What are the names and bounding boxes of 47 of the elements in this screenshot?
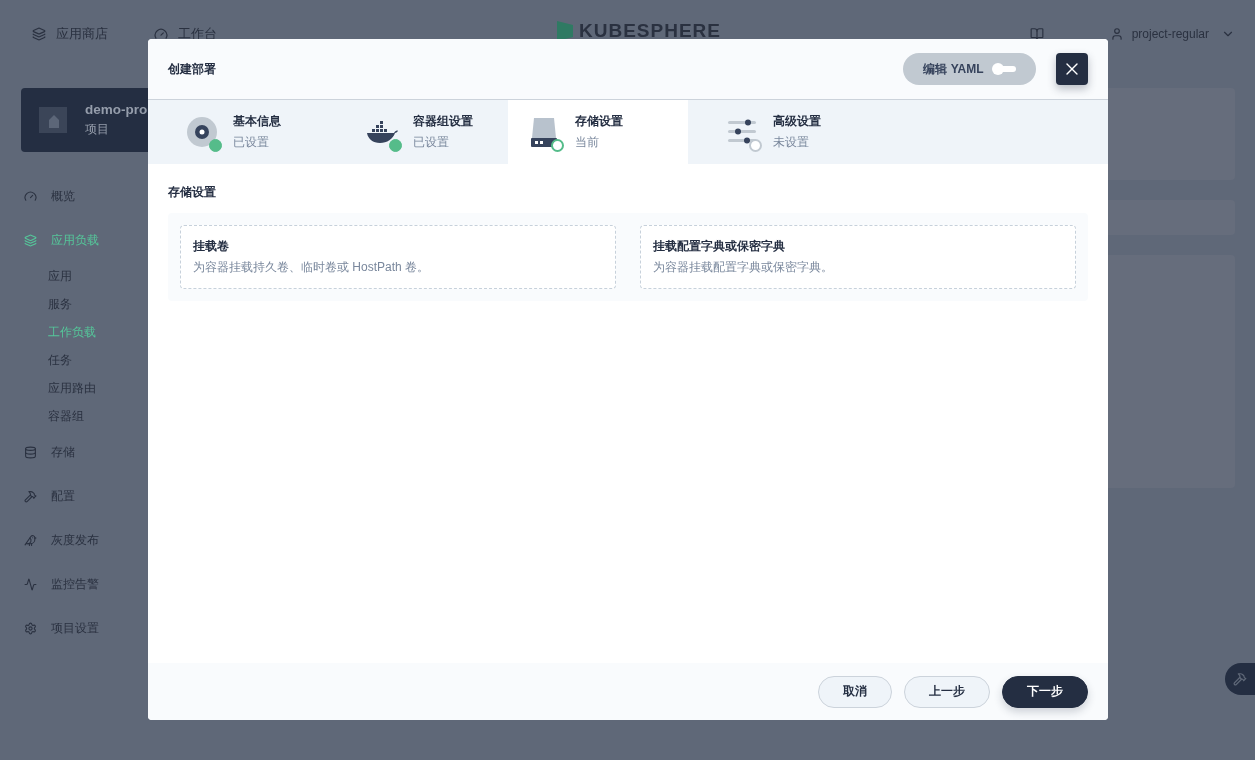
layers-icon — [32, 27, 46, 41]
option-card[interactable]: 挂载卷 为容器挂载持久卷、临时卷或 HostPath 卷。 — [180, 225, 616, 289]
user-name[interactable]: project-regular — [1131, 27, 1209, 41]
dialog-title: 创建部署 — [168, 60, 216, 78]
hard-drive-icon — [528, 116, 560, 148]
option-description: 为容器挂载持久卷、临时卷或 HostPath 卷。 — [193, 259, 431, 276]
option-card[interactable]: 挂载配置字典或保密字典 为容器挂载配置字典或保密字典。 — [640, 225, 1076, 289]
step-status: 当前 — [575, 134, 600, 151]
step-tab[interactable]: 存储设置 当前 — [508, 100, 688, 164]
user-icon — [1109, 27, 1124, 41]
status-dot-icon — [209, 139, 222, 152]
logo-icon — [557, 21, 573, 41]
step-title: 高级设置 — [773, 113, 821, 130]
nav-icon — [24, 445, 37, 459]
nav-icon — [24, 577, 37, 591]
section-title: 存储设置 — [168, 184, 217, 201]
project-name: demo-pro — [85, 102, 148, 117]
hammer-icon — [1233, 672, 1247, 686]
step-title: 容器组设置 — [413, 113, 473, 130]
status-dot-icon — [749, 139, 762, 152]
option-title: 挂载配置字典或保密字典 — [653, 238, 786, 255]
status-dot-icon — [389, 139, 402, 152]
footer-button[interactable]: 取消 — [818, 675, 892, 708]
step-tab[interactable]: 容器组设置 已设置 — [328, 100, 508, 164]
tools-button[interactable] — [1225, 663, 1255, 695]
nav-icon — [24, 189, 37, 203]
edit-yaml-toggle[interactable]: 编辑 YAML — [903, 53, 1036, 85]
status-dot-icon — [551, 139, 564, 152]
step-status: 已设置 — [413, 134, 450, 151]
step-title: 存储设置 — [575, 113, 623, 130]
nav-icon — [24, 489, 37, 503]
close-button[interactable] — [1056, 53, 1088, 85]
disc-icon — [186, 116, 218, 148]
project-icon — [37, 104, 69, 136]
footer-button[interactable]: 下一步 — [1002, 675, 1088, 708]
nav-icon — [24, 233, 37, 247]
step-status: 未设置 — [773, 134, 810, 151]
nav-icon — [24, 533, 37, 547]
step-tab[interactable]: 高级设置 未设置 — [688, 100, 868, 164]
option-title: 挂载卷 — [193, 238, 230, 255]
nav-icon — [24, 621, 37, 635]
option-description: 为容器挂载配置字典或保密字典。 — [653, 259, 834, 276]
gauge-icon — [154, 27, 168, 41]
book-icon[interactable] — [1029, 27, 1044, 41]
footer-button[interactable]: 上一步 — [904, 675, 990, 708]
project-type: 项目 — [85, 121, 110, 138]
logo-text: KUBESPHERE — [579, 20, 721, 42]
